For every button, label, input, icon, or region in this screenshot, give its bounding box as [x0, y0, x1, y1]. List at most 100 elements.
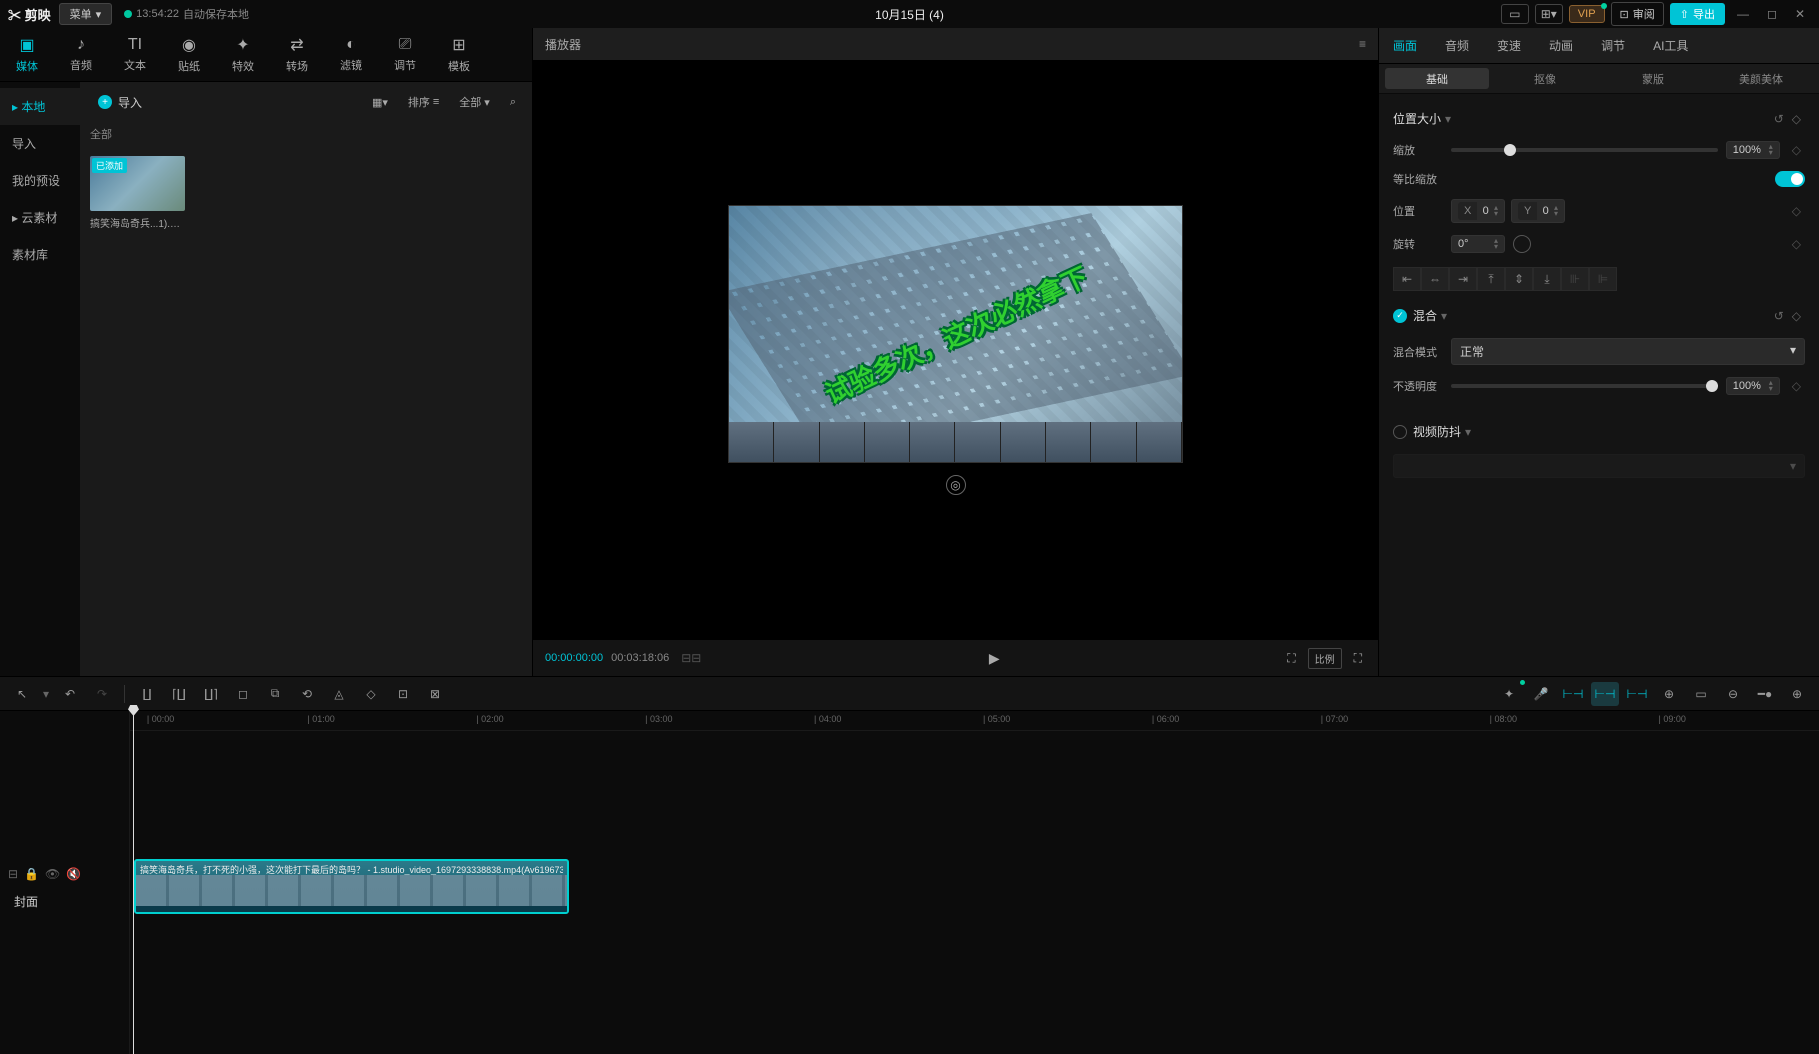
- align-right-button[interactable]: ⇥: [1449, 267, 1477, 291]
- mirror-tool[interactable]: ◬: [325, 682, 353, 706]
- opacity-keyframe[interactable]: ◇: [1788, 379, 1805, 393]
- subtab-beauty[interactable]: 美颜美体: [1709, 68, 1813, 89]
- sidebar-item-local[interactable]: ▸ 本地: [0, 88, 80, 125]
- tab-template[interactable]: ⊞模板: [442, 31, 476, 78]
- prop-tab-audio[interactable]: 音频: [1431, 28, 1483, 63]
- layout-1-button[interactable]: ▭: [1501, 4, 1529, 24]
- snapshot-button[interactable]: ⛶: [1283, 649, 1299, 668]
- track-collapse-icon[interactable]: ⊟: [8, 867, 18, 881]
- sidebar-item-cloud[interactable]: ▸ 云素材: [0, 199, 80, 236]
- ratio-button[interactable]: 比例: [1308, 648, 1342, 669]
- playhead[interactable]: [133, 711, 134, 1054]
- reverse-tool[interactable]: ⟲: [293, 682, 321, 706]
- rotate-input[interactable]: 0°▴▾: [1451, 235, 1505, 253]
- blend-mode-select[interactable]: 正常▾: [1451, 338, 1805, 365]
- sort-button[interactable]: 排序 ≡: [402, 91, 445, 113]
- split-right-tool[interactable]: ∐⌉: [197, 682, 225, 706]
- auto-tool[interactable]: ✦: [1495, 682, 1523, 706]
- align-top-button[interactable]: ⤒: [1477, 267, 1505, 291]
- timeline-ruler[interactable]: | 00:00 | 01:00 | 02:00 | 03:00 | 04:00 …: [130, 711, 1819, 731]
- sidebar-item-library[interactable]: 素材库: [0, 236, 80, 273]
- rotate-tool[interactable]: ◇: [357, 682, 385, 706]
- split-tool[interactable]: ∐: [133, 682, 161, 706]
- select-tool[interactable]: ↖: [8, 682, 36, 706]
- export-button[interactable]: ⇧导出: [1670, 3, 1725, 25]
- pos-y-input[interactable]: Y0▴▾: [1511, 199, 1565, 223]
- prop-tab-speed[interactable]: 变速: [1483, 28, 1535, 63]
- zoom-out-button[interactable]: ⊖: [1719, 682, 1747, 706]
- prop-tab-adjust[interactable]: 调节: [1587, 28, 1639, 63]
- tab-text[interactable]: TI文本: [118, 32, 152, 77]
- cover-button[interactable]: 封面: [0, 887, 129, 916]
- align-left-button[interactable]: ⇤: [1393, 267, 1421, 291]
- tab-sticker[interactable]: ◉贴纸: [172, 31, 206, 78]
- align-hcenter-button[interactable]: ⇔: [1421, 267, 1449, 291]
- align-vcenter-button[interactable]: ⇕: [1505, 267, 1533, 291]
- stabilize-select[interactable]: ▾: [1393, 454, 1805, 478]
- maximize-button[interactable]: ◻: [1761, 7, 1783, 21]
- sidebar-item-import[interactable]: 导入: [0, 125, 80, 162]
- distribute-v-button[interactable]: ⊫: [1589, 267, 1617, 291]
- tab-transition[interactable]: ⇄转场: [280, 31, 314, 78]
- undo-button[interactable]: ↶: [56, 682, 84, 706]
- pos-x-input[interactable]: X0▴▾: [1451, 199, 1505, 223]
- tab-media[interactable]: ▣媒体: [10, 31, 44, 78]
- mic-tool[interactable]: 🎤: [1527, 682, 1555, 706]
- subtab-basic[interactable]: 基础: [1385, 68, 1489, 89]
- scale-keyframe[interactable]: ◇: [1788, 143, 1805, 157]
- filter-all-button[interactable]: 全部 ▾: [453, 91, 496, 113]
- player-menu-icon[interactable]: ≡: [1359, 37, 1366, 51]
- video-preview[interactable]: 试验多次，这次必然拿下: [728, 205, 1183, 463]
- keyframe-icon[interactable]: ◇: [1788, 112, 1805, 126]
- blend-keyframe-icon[interactable]: ◇: [1788, 309, 1805, 323]
- tab-audio[interactable]: ♪音频: [64, 32, 98, 77]
- prop-tab-ai[interactable]: AI工具: [1639, 28, 1702, 63]
- copy-tool[interactable]: ⧉: [261, 682, 289, 706]
- opacity-slider[interactable]: [1451, 384, 1718, 388]
- redo-button[interactable]: ↷: [88, 682, 116, 706]
- sidebar-item-presets[interactable]: 我的预设: [0, 162, 80, 199]
- media-thumbnail[interactable]: 已添加: [90, 156, 185, 211]
- subtab-cutout[interactable]: 抠像: [1493, 68, 1597, 89]
- tab-filter[interactable]: ◐滤镜: [334, 32, 368, 77]
- crop-tool[interactable]: ◻: [229, 682, 257, 706]
- blend-reset-icon[interactable]: ↺: [1770, 309, 1788, 323]
- track-mute-icon[interactable]: 🔇: [66, 867, 81, 881]
- zoom-in-button[interactable]: ⊕: [1783, 682, 1811, 706]
- scale-slider[interactable]: [1451, 148, 1718, 152]
- fullscreen-button[interactable]: ⛶: [1350, 649, 1366, 668]
- video-clip[interactable]: 搞笑海岛奇兵，打不死的小强，这次能打下最后的岛吗？ - 1.studio_vid…: [134, 859, 569, 914]
- minimize-button[interactable]: —: [1731, 7, 1755, 21]
- link-tool[interactable]: ⊕: [1655, 682, 1683, 706]
- track-lock-icon[interactable]: 🔒: [24, 867, 39, 881]
- lock-ratio-toggle[interactable]: [1775, 171, 1805, 187]
- unchecked-icon[interactable]: [1393, 425, 1407, 439]
- vip-badge[interactable]: VIP: [1569, 5, 1605, 23]
- magnet-3[interactable]: ⊢⊣: [1623, 682, 1651, 706]
- preview-tool[interactable]: ▭: [1687, 682, 1715, 706]
- scale-input[interactable]: 100%▴▾: [1726, 141, 1780, 159]
- compare-icon[interactable]: ⊟⊟: [677, 649, 705, 667]
- crop2-tool[interactable]: ⊡: [389, 682, 417, 706]
- preview-control-icon[interactable]: ◎: [946, 475, 966, 495]
- prop-tab-anim[interactable]: 动画: [1535, 28, 1587, 63]
- track-visible-icon[interactable]: 👁: [45, 867, 60, 881]
- smart-tool[interactable]: ⊠: [421, 682, 449, 706]
- prop-tab-video[interactable]: 画面: [1379, 28, 1431, 63]
- layout-2-button[interactable]: ⊞▾: [1535, 4, 1563, 24]
- select-dropdown[interactable]: ▾: [40, 682, 52, 706]
- media-item[interactable]: 已添加 搞笑海岛奇兵...1).mp4: [90, 156, 185, 230]
- menu-button[interactable]: 菜单▾: [59, 3, 113, 25]
- subtab-mask[interactable]: 蒙版: [1601, 68, 1705, 89]
- split-left-tool[interactable]: ⌈∐: [165, 682, 193, 706]
- magnet-1[interactable]: ⊢⊣: [1559, 682, 1587, 706]
- tab-effect[interactable]: ✦特效: [226, 31, 260, 78]
- play-button[interactable]: ▶: [985, 648, 1004, 669]
- rotate-keyframe[interactable]: ◇: [1788, 237, 1805, 251]
- rotate-dial-icon[interactable]: [1513, 235, 1531, 253]
- zoom-slider[interactable]: ━●: [1751, 682, 1779, 706]
- review-button[interactable]: ⊡审阅: [1611, 2, 1664, 26]
- view-mode-button[interactable]: ▦▾: [366, 93, 394, 112]
- import-button[interactable]: + 导入: [90, 90, 150, 115]
- reset-icon[interactable]: ↺: [1770, 112, 1788, 126]
